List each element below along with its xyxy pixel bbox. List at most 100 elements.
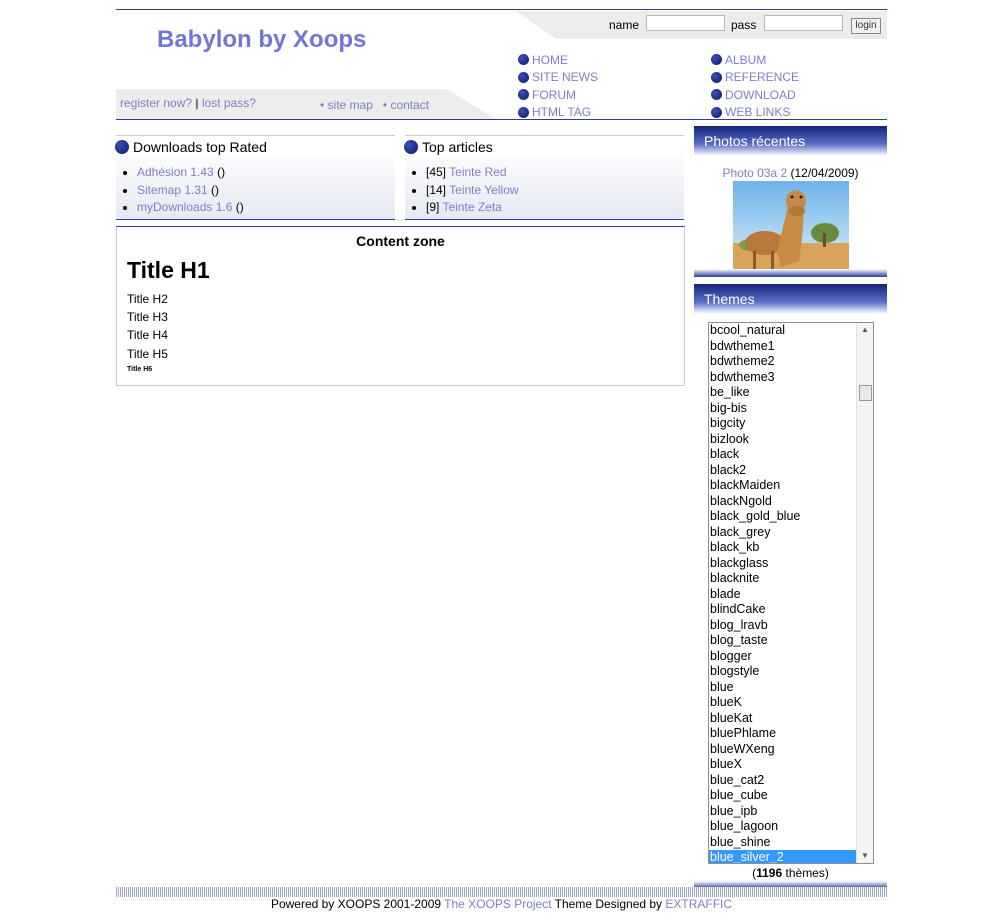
nav-html-tag[interactable]: HTML TAG	[518, 104, 598, 122]
article-link[interactable]: Teinte Zeta	[442, 200, 501, 214]
item-suffix: ()	[207, 182, 220, 197]
theme-option[interactable]: black_gold_blue	[709, 509, 873, 525]
count-label: thèmes)	[782, 866, 829, 880]
register-link[interactable]: register now?	[120, 96, 192, 110]
nav-album[interactable]: ALBUM	[711, 51, 799, 69]
designer-link[interactable]: EXTRAFFIC	[665, 897, 732, 911]
block-body: [45] Teinte Red [14] Teinte Yellow [9] T…	[405, 158, 684, 220]
nav-label[interactable]: HOME	[532, 53, 568, 67]
photos-header: Photos récentes	[694, 126, 887, 156]
content-zone-label: Content zone	[356, 233, 445, 249]
nav-forum[interactable]: FORUM	[518, 86, 598, 104]
theme-option[interactable]: blueKat	[709, 711, 873, 727]
theme-option[interactable]: black2	[709, 463, 873, 479]
theme-option[interactable]: blackMaiden	[709, 478, 873, 494]
site-map-link[interactable]: • site map	[320, 98, 373, 112]
themes-header: Themes	[694, 284, 887, 314]
theme-option[interactable]: blue_ipb	[709, 804, 873, 820]
scrollbar[interactable]: ▲ ▼	[856, 323, 873, 863]
block-header: Downloads top Rated	[115, 135, 395, 158]
theme-option[interactable]: bdwtheme3	[709, 370, 873, 386]
theme-option[interactable]: blue	[709, 680, 873, 696]
article-link[interactable]: Teinte Red	[449, 165, 506, 179]
nav-home[interactable]: HOME	[518, 51, 598, 69]
download-link[interactable]: myDownloads 1.6	[137, 200, 232, 214]
theme-option[interactable]: bigcity	[709, 416, 873, 432]
photo-link[interactable]: Photo 03a 2	[722, 166, 787, 180]
theme-option[interactable]: blade	[709, 587, 873, 603]
theme-option[interactable]: bluePhlame	[709, 726, 873, 742]
theme-option[interactable]: blogstyle	[709, 664, 873, 680]
bullet-icon	[711, 89, 722, 101]
nav-label[interactable]: DOWNLOAD	[725, 88, 796, 102]
theme-select-list[interactable]: bcool_natural bdwtheme1 bdwtheme2 bdwtheme3…	[708, 322, 874, 864]
footer-bar	[116, 887, 887, 897]
themes-block: Themes bcool_natural bdwtheme1 bdwtheme2 bd…	[694, 284, 887, 889]
list-item: Adhésion 1.43 ()	[137, 164, 395, 182]
xoops-project-link[interactable]: The XOOPS Project	[444, 897, 551, 911]
title-h1: Title H1	[127, 257, 210, 283]
nav-site-news[interactable]: SITE NEWS	[518, 69, 598, 87]
theme-option[interactable]: blog_taste	[709, 633, 873, 649]
nav-label[interactable]: REFERENCE	[725, 70, 799, 84]
contact-link[interactable]: • contact	[383, 98, 429, 112]
theme-option[interactable]: bdwtheme1	[709, 339, 873, 355]
list-item: [9] Teinte Zeta	[426, 199, 684, 217]
theme-option[interactable]: blue_cube	[709, 788, 873, 804]
theme-option[interactable]: blue_silver_2	[709, 850, 873, 863]
theme-option[interactable]: blueX	[709, 757, 873, 773]
login-button[interactable]: login	[851, 18, 881, 34]
nav-reference[interactable]: REFERENCE	[711, 69, 799, 87]
theme-option[interactable]: bizlook	[709, 432, 873, 448]
account-links: register now? | lost pass?	[120, 96, 256, 110]
block-body: Adhésion 1.43 () Sitemap 1.31 () myDownl…	[116, 158, 395, 220]
title-h6: Title H6	[127, 366, 153, 373]
header: Babylon by Xoops name pass login registe…	[116, 9, 887, 120]
pass-input[interactable]	[764, 15, 843, 31]
article-link[interactable]: Teinte Yellow	[449, 183, 518, 197]
theme-option[interactable]: be_like	[709, 385, 873, 401]
theme-option[interactable]: blacknite	[709, 571, 873, 587]
theme-option[interactable]: blue_lagoon	[709, 819, 873, 835]
item-suffix: ()	[232, 200, 244, 214]
nav-web-links[interactable]: WEB LINKS	[711, 104, 799, 122]
lost-pass-link[interactable]: lost pass?	[202, 96, 256, 110]
block-title: Downloads top Rated	[133, 139, 267, 155]
theme-option[interactable]: black_kb	[709, 540, 873, 556]
nav-label[interactable]: ALBUM	[725, 53, 766, 67]
name-input[interactable]	[646, 15, 725, 31]
site-title[interactable]: Babylon by Xoops	[157, 26, 366, 54]
nav-label[interactable]: SITE NEWS	[532, 70, 598, 84]
nav-label[interactable]: FORUM	[532, 88, 576, 102]
theme-option[interactable]: black	[709, 447, 873, 463]
theme-option[interactable]: bcool_natural	[709, 323, 873, 339]
theme-option[interactable]: blue_cat2	[709, 773, 873, 789]
bullet-icon	[518, 106, 529, 118]
item-suffix: ()	[213, 165, 226, 179]
theme-option[interactable]: blue_shine	[709, 835, 873, 851]
article-count: [14]	[426, 182, 447, 197]
download-link[interactable]: Adhésion 1.43	[137, 165, 214, 179]
theme-option[interactable]: blueWXeng	[709, 742, 873, 758]
scroll-up-icon[interactable]: ▲	[857, 323, 873, 337]
photo-date: (12/04/2009)	[787, 166, 859, 180]
nav-download[interactable]: DOWNLOAD	[711, 86, 799, 104]
theme-option[interactable]: bdwtheme2	[709, 354, 873, 370]
scroll-thumb[interactable]	[859, 385, 872, 401]
camel-photo[interactable]	[732, 181, 849, 269]
download-link[interactable]: Sitemap 1.31	[137, 183, 208, 197]
scroll-down-icon[interactable]: ▼	[857, 849, 873, 863]
theme-option[interactable]: blindCake	[709, 602, 873, 618]
list-item: Sitemap 1.31 ()	[137, 182, 395, 200]
content-zone: Content zone Title H1 Title H2 Title H3 …	[116, 226, 685, 386]
theme-option[interactable]: black_grey	[709, 525, 873, 541]
nav-label[interactable]: HTML TAG	[532, 105, 591, 119]
theme-option[interactable]: blog_lravb	[709, 618, 873, 634]
powered-text: Powered by XOOPS 2001-2009	[270, 897, 445, 911]
theme-option[interactable]: blackglass	[709, 556, 873, 572]
theme-option[interactable]: blogger	[709, 649, 873, 665]
theme-option[interactable]: big-bis	[709, 401, 873, 417]
theme-option[interactable]: blackNgold	[709, 494, 873, 510]
theme-option[interactable]: blueK	[709, 695, 873, 711]
nav-label[interactable]: WEB LINKS	[725, 105, 790, 119]
